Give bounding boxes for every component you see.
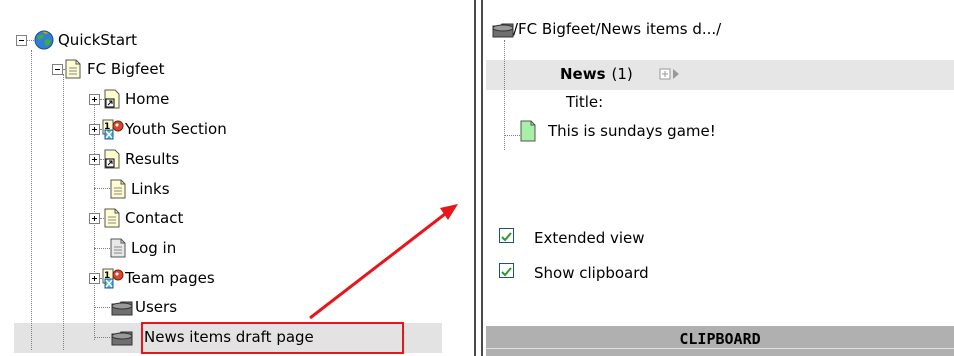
tree-item-label[interactable]: Log in <box>131 239 176 257</box>
tree-root-label[interactable]: QuickStart <box>58 31 137 49</box>
tree-connector <box>94 307 110 308</box>
tree-connector <box>94 337 110 338</box>
tree-item-log-in[interactable]: Log in <box>110 233 176 263</box>
tree-item-users[interactable]: Users <box>110 292 177 322</box>
clipboard-divider <box>486 348 954 349</box>
expand-icon[interactable] <box>89 272 100 284</box>
page-icon <box>104 208 120 228</box>
news-record-icon <box>520 120 536 142</box>
tree-item-label[interactable]: Links <box>131 180 170 198</box>
tree-connector <box>504 135 520 136</box>
expand-icon[interactable] <box>89 123 100 135</box>
usergroup-page-icon: 1 <box>102 118 124 140</box>
tree-item-home[interactable]: Home <box>89 84 169 114</box>
page-icon <box>110 238 126 258</box>
tree-item-label[interactable]: Home <box>125 90 169 108</box>
expand-icon[interactable] <box>89 212 100 224</box>
shortcut-page-icon <box>104 89 120 109</box>
tree-item-contact[interactable]: Contact <box>89 203 183 233</box>
annotation-highlight-box <box>141 322 404 354</box>
expand-icon[interactable] <box>89 93 100 105</box>
sysfolder-icon <box>491 21 514 38</box>
tree-node-site[interactable]: FC Bigfeet <box>52 54 164 84</box>
tree-connector <box>94 248 110 249</box>
record-list-pane: /FC Bigfeet/News items d.../ News (1) Ti… <box>486 0 954 356</box>
divider-line <box>474 0 476 356</box>
sysfolder-icon <box>110 299 133 316</box>
frame-divider[interactable] <box>472 0 486 356</box>
tree-item-youth-section[interactable]: 1 Youth Section <box>89 114 227 144</box>
show-clipboard-checkbox[interactable] <box>499 263 514 278</box>
collapse-icon[interactable] <box>16 34 27 46</box>
tree-site-label[interactable]: FC Bigfeet <box>87 60 164 78</box>
collapse-icon[interactable] <box>52 63 63 75</box>
path-label: /FC Bigfeet/News items d.../ <box>513 20 722 38</box>
checkmark-icon <box>501 232 512 242</box>
tree-item-results[interactable]: Results <box>89 144 179 174</box>
tree-item-label[interactable]: Team pages <box>125 269 215 287</box>
path-header: /FC Bigfeet/News items d.../ <box>491 20 721 38</box>
tree-connector <box>31 50 32 350</box>
news-count: (1) <box>611 65 633 83</box>
page-tree-pane: QuickStart FC Bigfeet Home 1 Youth Secti… <box>0 0 470 356</box>
tree-item-label[interactable]: Youth Section <box>125 120 227 138</box>
title-column-header: Title: <box>566 93 604 111</box>
checkmark-icon <box>501 267 512 277</box>
tree-item-links[interactable]: Links <box>110 174 170 204</box>
tree-item-label[interactable]: Results <box>125 150 179 168</box>
news-table-header-bg <box>486 60 954 90</box>
record-title[interactable]: This is sundays game! <box>548 122 716 140</box>
show-clipboard-label[interactable]: Show clipboard <box>534 264 649 282</box>
tree-item-label[interactable]: Contact <box>125 209 183 227</box>
sysfolder-icon <box>110 329 133 346</box>
expand-table-icon[interactable] <box>659 67 681 81</box>
extended-view-checkbox[interactable] <box>499 228 514 243</box>
page-icon <box>65 59 81 79</box>
tree-item-team-pages[interactable]: 1 Team pages <box>89 263 215 293</box>
tree-node-root[interactable]: QuickStart <box>16 25 137 55</box>
extended-view-label[interactable]: Extended view <box>534 229 645 247</box>
expand-icon[interactable] <box>89 153 100 165</box>
tree-connector <box>63 74 64 350</box>
shortcut-page-icon <box>104 149 120 169</box>
page-icon <box>110 179 126 199</box>
news-table-header: News (1) <box>560 65 681 83</box>
clipboard-title: CLIPBOARD <box>679 330 761 348</box>
globe-icon <box>34 30 54 50</box>
divider-line <box>481 0 483 356</box>
tree-connector <box>94 188 110 189</box>
tree-connector <box>504 40 505 150</box>
record-row[interactable]: This is sundays game! <box>520 120 716 142</box>
usergroup-page-icon: 1 <box>102 267 124 289</box>
tree-item-label[interactable]: Users <box>135 298 177 316</box>
news-table-title[interactable]: News <box>560 65 606 83</box>
